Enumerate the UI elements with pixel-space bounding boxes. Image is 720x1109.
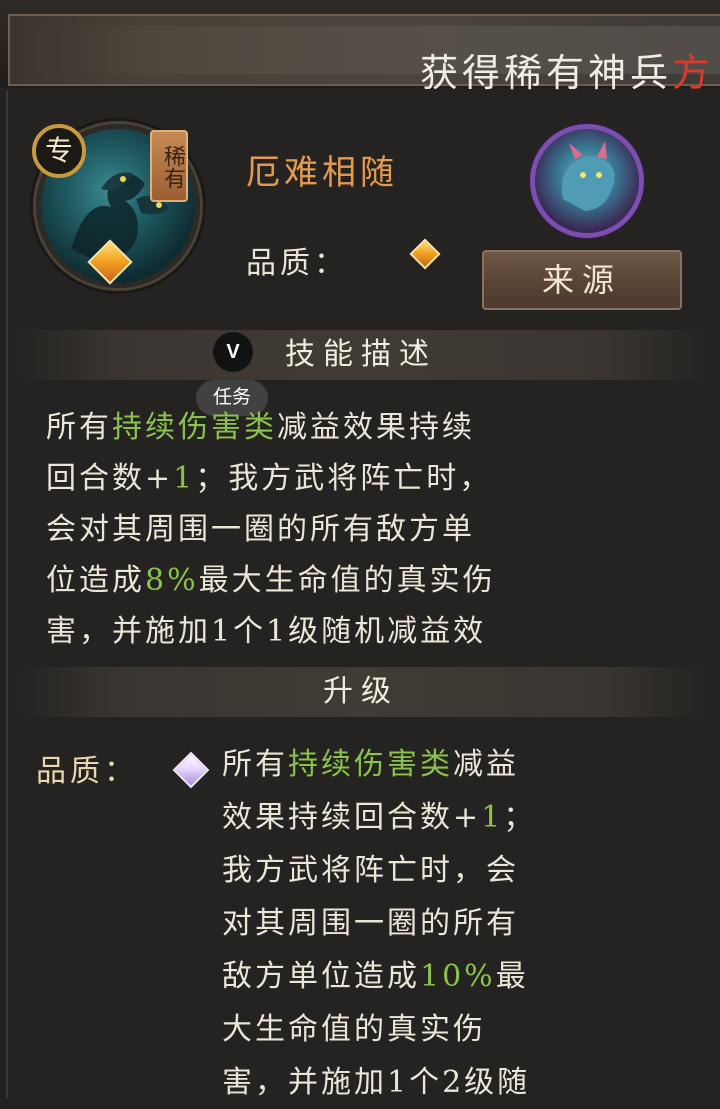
upgrade-line: 敌方单位造成10%最	[222, 950, 642, 1003]
rarity-tag: 稀有	[150, 130, 188, 202]
upgrade-text: 最	[495, 959, 529, 994]
desc-line: 害，并施加1个1级随机减益效	[46, 606, 666, 657]
desc-text: ；我方武将阵亡时，	[195, 461, 493, 496]
upgrade-text: 我方武将阵亡时，会	[222, 853, 519, 888]
upgrade-highlight: 10%	[420, 959, 496, 994]
skill-description: 所有持续伤害类减益效果持续 回合数+1；我方武将阵亡时， 会对其周围一圈的所有敌方单…	[46, 402, 666, 657]
desc-highlight: 8%	[145, 563, 199, 598]
banner-text: 获得稀有神兵方	[420, 42, 714, 97]
upgrade-text: ；	[503, 800, 537, 835]
upgrade-line: 对其周围一圈的所有	[222, 897, 642, 950]
dragon-avatar-icon[interactable]	[530, 124, 644, 238]
upgrade-text: 敌方单位造成	[222, 959, 420, 994]
banner-text-main: 获得稀有神兵	[419, 51, 672, 95]
upgrade-line: 害，并施加1个2级随	[222, 1056, 642, 1109]
upgrade-text: 减益	[453, 747, 519, 782]
desc-highlight: 持续伤害类	[112, 410, 277, 445]
upgrade-text: 对其周围一圈的所有	[222, 906, 519, 941]
upgrade-line: 大生命值的真实伤	[222, 1003, 642, 1056]
desc-text: 所有	[46, 410, 112, 445]
banner-text-highlight: 方	[671, 51, 714, 95]
desc-line: 会对其周围一圈的所有敌方单	[46, 504, 666, 555]
upgrade-line: 效果持续回合数+1；	[222, 791, 642, 844]
dragon-art-icon	[561, 141, 615, 211]
desc-line: 所有持续伤害类减益效果持续	[46, 402, 666, 453]
quality-label: 品质：	[246, 246, 348, 281]
upgrade-line: 所有持续伤害类减益	[222, 738, 642, 791]
exclusive-badge: 专	[32, 124, 86, 178]
upgrade-line: 我方武将阵亡时，会	[222, 844, 642, 897]
desc-line: 回合数+1；我方武将阵亡时，	[46, 453, 666, 504]
desc-line: 位造成8%最大生命值的真实伤	[46, 555, 666, 606]
upgrade-header: 升级	[16, 667, 706, 717]
upgrade-text: 效果持续回合数+	[222, 800, 482, 835]
upgrade-description: 所有持续伤害类减益 效果持续回合数+1； 我方武将阵亡时，会 对其周围一圈的所有 敌方单…	[222, 738, 642, 1109]
desc-text: 位造成	[46, 563, 145, 598]
skill-description-header: 技能描述	[16, 330, 706, 380]
source-button[interactable]: 来源	[482, 250, 682, 310]
desc-text: 会对其周围一圈的所有敌方单	[46, 512, 475, 547]
desc-text: 最大生命值的真实伤	[198, 563, 496, 598]
upgrade-text: 所有	[222, 747, 288, 782]
skill-name: 厄难相随	[246, 153, 398, 193]
desc-text: 害，并施加1个1级随机减益效	[46, 614, 487, 649]
v-float-button[interactable]: V	[213, 332, 253, 372]
upgrade-highlight: 持续伤害类	[288, 747, 453, 782]
desc-highlight: 1	[173, 461, 196, 496]
upgrade-text: 害，并施加1个2级随	[222, 1065, 531, 1100]
desc-text: 减益效果持续	[277, 410, 475, 445]
upgrade-quality-label: 品质：	[36, 754, 138, 789]
upgrade-highlight: 1	[481, 800, 504, 835]
upgrade-text: 大生命值的真实伤	[222, 1012, 486, 1047]
desc-text: 回合数+	[46, 461, 174, 496]
